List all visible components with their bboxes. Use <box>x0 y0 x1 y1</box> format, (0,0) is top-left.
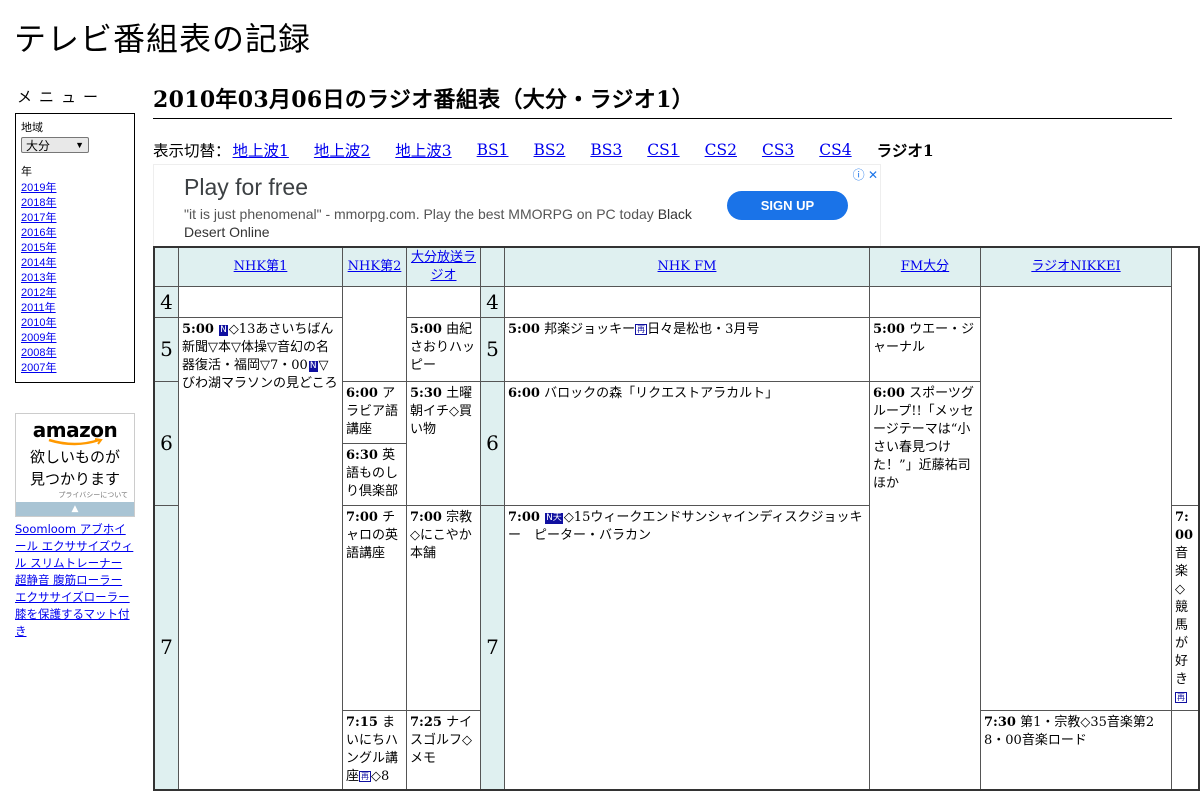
channel-header-blank <box>153 246 179 287</box>
main-content: 2010年03月06日のラジオ番組表（大分・ラジオ1） 表示切替： 地上波1 地… <box>153 82 1172 252</box>
sidebar-product-links: Soomloom アブホイール エクササイズウィル スリムトレーナー 超静音 腹… <box>15 521 135 640</box>
switch-link-cs3[interactable]: CS3 <box>762 141 794 159</box>
site-title: テレビ番組表の記録 <box>14 20 312 58</box>
year-link[interactable]: 2008年 <box>21 347 56 359</box>
channel-header-nhk2[interactable]: NHK第2 <box>348 259 402 274</box>
program-cell[interactable]: 5:00 N ◇13あさいちばん新聞▽本▽体操▽音幻の名器復活・福岡▽7・00 N ▽… <box>178 316 343 790</box>
region-select-value: 大分 <box>26 138 51 153</box>
menu-box: 地域 大分 ▼ 年 2019年 2018年 2017年 2016年 2015年 … <box>15 113 135 383</box>
program-cell-empty <box>342 285 407 382</box>
amazon-tagline: 欲しいものが 見つかります <box>29 448 120 488</box>
region-select[interactable]: 大分 ▼ <box>21 137 89 153</box>
year-label: 年 <box>21 166 32 178</box>
news-weather-icon: N天 <box>545 512 563 524</box>
year-link[interactable]: 2018年 <box>21 197 56 209</box>
year-link[interactable]: 2011年 <box>21 302 56 314</box>
ad-info-close-icon[interactable]: ⓘ ✕ <box>853 166 878 183</box>
program-cell[interactable]: 5:30 土曜朝イチ◇買い物 <box>406 380 481 506</box>
year-link[interactable]: 2010年 <box>21 317 56 329</box>
news-icon: N <box>219 324 228 336</box>
hour-cell: 5 <box>153 316 179 382</box>
program-cell-empty <box>980 285 1172 711</box>
switch-link-cs1[interactable]: CS1 <box>647 141 679 159</box>
hour-cell: 7 <box>153 504 179 790</box>
program-cell[interactable]: 6:00 バロックの森「リクエストアラカルト」 <box>504 380 870 506</box>
rerun-icon: 再 <box>359 770 372 782</box>
program-cell-empty <box>504 285 870 318</box>
switch-link-cs4[interactable]: CS4 <box>819 141 851 159</box>
switch-link-terrestrial2[interactable]: 地上波2 <box>314 139 370 161</box>
year-link[interactable]: 2007年 <box>21 362 56 374</box>
switch-link-cs2[interactable]: CS2 <box>705 141 737 159</box>
program-cell[interactable]: 7:00 宗教◇にこやか本舗 <box>406 504 481 711</box>
program-cell[interactable]: 7:30 第1・宗教◇35音楽第28・00音楽ロード <box>980 709 1172 790</box>
amazon-widget[interactable]: amazon 欲しいものが 見つかります プライバシーについて ▲ <box>15 413 135 517</box>
program-cell[interactable]: 7:00 チャロの英語講座 <box>342 504 407 711</box>
program-cell-empty <box>869 285 981 318</box>
year-link[interactable]: 2009年 <box>21 332 56 344</box>
schedule-table: NHK第1 NHK第2 大分放送ラジオ NHK FM FM大分 ラジオNIKKE… <box>153 246 1200 791</box>
year-list: 2019年 2018年 2017年 2016年 2015年 2014年 2013… <box>21 181 129 376</box>
amazon-privacy-link[interactable]: プライバシーについて <box>16 490 134 500</box>
product-link[interactable]: Soomloom アブホイール エクササイズウィル スリムトレーナー 超静音 腹… <box>15 522 133 638</box>
program-cell[interactable]: 5:00 邦楽ジョッキー再日々是松也・3月号 <box>504 316 870 382</box>
year-link[interactable]: 2013年 <box>21 272 56 284</box>
switch-link-terrestrial1[interactable]: 地上波1 <box>233 139 289 161</box>
menu-heading: メニュー <box>17 88 106 106</box>
hour-cell: 6 <box>153 380 179 506</box>
display-switcher: 表示切替： 地上波1 地上波2 地上波3 BS1 BS2 BS3 CS1 CS2… <box>153 139 1172 161</box>
amazon-logo: amazon <box>32 418 118 442</box>
rerun-icon: 再 <box>1175 691 1187 703</box>
switch-label: 表示切替： <box>153 142 231 160</box>
news-icon: N <box>308 360 318 372</box>
rerun-icon: 再 <box>635 323 648 335</box>
program-cell[interactable]: 7:15 まいにちハングル講座再 ◇8 <box>342 709 407 790</box>
switch-link-bs3[interactable]: BS3 <box>590 141 622 159</box>
program-cell[interactable]: 7:00 音楽◇競馬が好き再 <box>1171 504 1200 711</box>
switch-link-bs2[interactable]: BS2 <box>534 141 566 159</box>
year-link[interactable]: 2014年 <box>21 257 56 269</box>
year-link[interactable]: 2016年 <box>21 227 56 239</box>
ad-text: "it is just phenomenal" - mmorpg.com. Pl… <box>184 206 692 240</box>
hour-cell: 7 <box>480 504 505 790</box>
ad-signup-button[interactable]: SIGN UP <box>727 191 848 220</box>
program-cell-empty <box>406 285 481 318</box>
channel-header-obs[interactable]: 大分放送ラジオ <box>411 250 476 283</box>
hour-cell: 4 <box>480 285 505 318</box>
program-cell[interactable]: 7:25 ナイスゴルフ◇メモ <box>406 709 481 790</box>
hour-cell: 4 <box>153 285 179 318</box>
switch-link-terrestrial3[interactable]: 地上波3 <box>395 139 451 161</box>
hour-cell: 6 <box>480 380 505 506</box>
program-cell[interactable]: 6:00 スポーツグループ!!「メッセージテーマは“小さい春見つけた！”」近藤祐… <box>869 380 981 790</box>
program-cell[interactable]: 5:00 由紀さおりハッピー <box>406 316 481 382</box>
year-link[interactable]: 2012年 <box>21 287 56 299</box>
program-cell[interactable]: 6:30 英語ものしり倶楽部 <box>342 442 407 506</box>
channel-header-blank <box>480 246 505 287</box>
switch-link-bs1[interactable]: BS1 <box>477 141 509 159</box>
year-link[interactable]: 2017年 <box>21 212 56 224</box>
ad-banner[interactable]: ⓘ ✕ Play for free "it is just phenomenal… <box>153 164 881 252</box>
program-cell[interactable]: 7:00 N天 ◇15ウィークエンドサンシャインディスクジョッキー ピーター・バラ… <box>504 504 870 790</box>
program-cell[interactable]: 5:00 ウエー・ジャーナル <box>869 316 981 382</box>
switch-current-radio1: ラジオ1 <box>876 141 934 160</box>
dropdown-arrow-icon: ▼ <box>75 140 84 150</box>
channel-header-nhk1[interactable]: NHK第1 <box>234 259 288 274</box>
program-cell-empty <box>178 285 343 318</box>
channel-header-nhkfm[interactable]: NHK FM <box>658 259 717 274</box>
channel-header-fmoita[interactable]: FM大分 <box>901 259 949 274</box>
sidebar: メニュー 地域 大分 ▼ 年 2019年 2018年 2017年 2016年 2… <box>15 86 135 640</box>
page-title: 2010年03月06日のラジオ番組表（大分・ラジオ1） <box>153 82 1172 119</box>
year-link[interactable]: 2015年 <box>21 242 56 254</box>
region-label: 地域 <box>21 122 43 134</box>
program-cell[interactable]: 6:00 アラビア語講座 <box>342 380 407 444</box>
year-link[interactable]: 2019年 <box>21 182 56 194</box>
channel-header-nikkei[interactable]: ラジオNIKKEI <box>1031 259 1120 274</box>
ad-title[interactable]: Play for free <box>184 174 308 201</box>
hour-cell: 5 <box>480 316 505 382</box>
amazon-scroll-up-icon[interactable]: ▲ <box>16 502 134 516</box>
